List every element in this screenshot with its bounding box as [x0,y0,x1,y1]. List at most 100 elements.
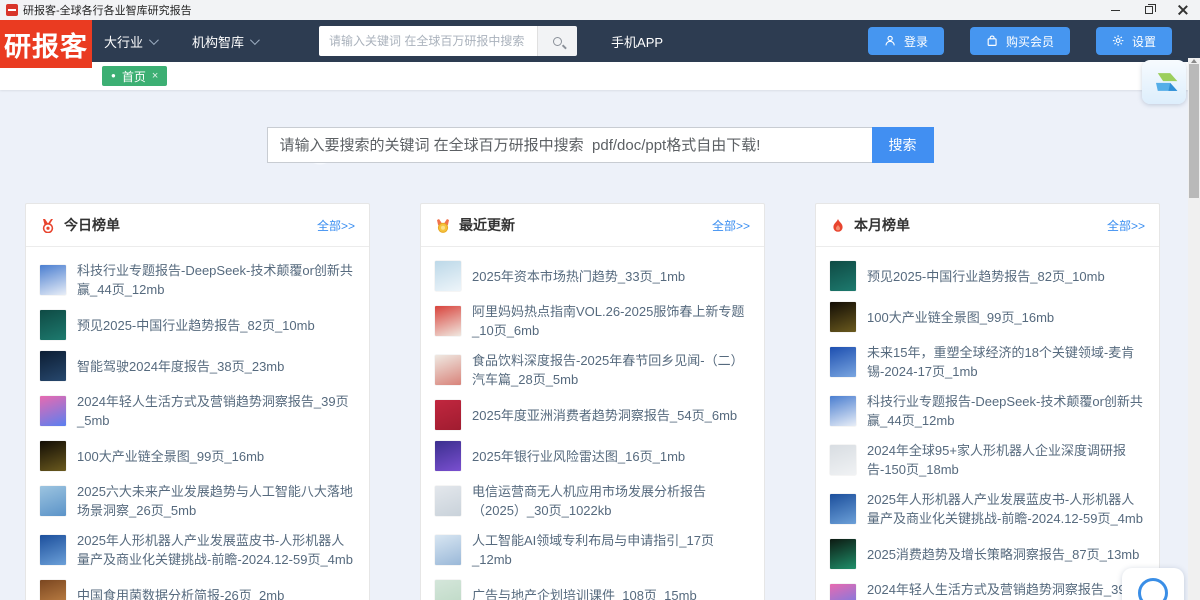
chevron-down-icon [149,35,159,45]
medal-gold-icon [435,218,451,233]
report-list-item[interactable]: 中国食用菌数据分析简报-26页_2mb [40,580,355,600]
report-title: 2025年度亚洲消费者趋势洞察报告_54页_6mb [472,406,737,425]
zigzag-logo-icon [1148,66,1180,98]
panel-header: 最近更新全部>> [421,204,764,247]
nav-search-button[interactable] [537,26,577,56]
report-thumbnail [830,261,856,291]
report-thumbnail [435,400,461,430]
close-button[interactable] [1166,0,1200,20]
report-thumbnail [40,310,66,340]
report-list-item[interactable]: 2025消费趋势及增长策略洞察报告_87页_13mb [830,539,1145,569]
report-thumbnail [830,347,856,377]
report-thumbnail [435,580,461,600]
report-list-item[interactable]: 预见2025-中国行业趋势报告_82页_10mb [40,310,355,340]
report-list-item[interactable]: 食品饮料深度报告-2025年春节回乡见闻-（二）汽车篇_28页_5mb [435,351,750,389]
customer-service-widget[interactable] [1122,568,1184,600]
hero-search-button[interactable]: 搜索 [872,127,934,163]
panel-monthly-ranking: 本月榜单全部>>预见2025-中国行业趋势报告_82页_10mb100大产业链全… [815,203,1160,600]
report-list-item[interactable]: 未来15年，重塑全球经济的18个关键领域-麦肯锡-2024-17页_1mb [830,343,1145,381]
app-favicon [6,4,18,16]
tab-home[interactable]: ● 首页 × [102,66,167,86]
service-ring-icon [1138,578,1168,600]
report-title: 2024年轻人生活方式及营销趋势洞察报告_39页_5mb [77,392,355,430]
report-list-item[interactable]: 2025年人形机器人产业发展蓝皮书-人形机器人量产及商业化关键挑战-前瞻-202… [830,490,1145,528]
report-thumbnail [435,261,461,291]
report-thumbnail [435,306,461,336]
report-list-item[interactable]: 2024年全球95+家人形机器人企业深度调研报告-150页_18mb [830,441,1145,479]
hero-search-section: 搜索 [0,90,1200,163]
tab-bar: ● 首页 × [0,62,1200,90]
report-thumbnail [435,535,461,565]
report-list-item[interactable]: 广告与地产企划培训课件_108页_15mb [435,580,750,600]
report-title: 智能驾驶2024年度报告_38页_23mb [77,357,284,376]
vertical-scrollbar[interactable] [1188,58,1200,600]
gear-icon [1112,34,1126,48]
tab-active-dot-icon: ● [111,72,116,80]
nav-menu-think-tanks[interactable]: 机构智库 [192,32,257,51]
report-list-item[interactable]: 科技行业专题报告-DeepSeek-技术颠覆or创新共赢_44页_12mb [40,261,355,299]
report-list-item[interactable]: 科技行业专题报告-DeepSeek-技术颠覆or创新共赢_44页_12mb [830,392,1145,430]
main-navbar: 研报客 大行业机构智库 手机APP 登录购买会员设置 [0,20,1200,62]
settings-button[interactable]: 设置 [1096,27,1172,55]
panel-more-link[interactable]: 全部>> [1107,217,1145,234]
window-titlebar: 研报客-全球各行各业智库研究报告 [0,0,1200,20]
restore-icon [1145,6,1153,14]
report-list-item[interactable]: 2025年银行业风险雷达图_16页_1mb [435,441,750,471]
report-title: 人工智能AI领域专利布局与申请指引_17页_12mb [472,531,750,569]
scroll-up-icon[interactable] [1191,59,1197,63]
site-logo[interactable]: 研报客 [0,20,92,68]
report-list-item[interactable]: 2025年人形机器人产业发展蓝皮书-人形机器人量产及商业化关键挑战-前瞻-202… [40,531,355,569]
search-icon [553,37,562,46]
report-list-item[interactable]: 100大产业链全景图_99页_16mb [40,441,355,471]
nav-menu-industries[interactable]: 大行业 [104,32,156,51]
report-list-item[interactable]: 电信运营商无人机应用市场发展分析报告（2025）_30页_1022kb [435,482,750,520]
report-thumbnail [830,396,856,426]
report-list-item[interactable]: 2025年度亚洲消费者趋势洞察报告_54页_6mb [435,400,750,430]
report-thumbnail [830,302,856,332]
restore-button[interactable] [1132,0,1166,20]
report-title: 100大产业链全景图_99页_16mb [77,447,264,466]
nav-menu-label: 机构智库 [192,32,244,51]
report-title: 预见2025-中国行业趋势报告_82页_10mb [867,267,1105,286]
report-list-item[interactable]: 阿里妈妈热点指南VOL.26-2025服饰春上新专题_10页_6mb [435,302,750,340]
report-title: 预见2025-中国行业趋势报告_82页_10mb [77,316,315,335]
login-button[interactable]: 登录 [868,27,944,55]
mobile-app-link[interactable]: 手机APP [611,32,663,51]
chevron-down-icon [250,35,260,45]
report-list-item[interactable]: 智能驾驶2024年度报告_38页_23mb [40,351,355,381]
panels: 今日榜单全部>>科技行业专题报告-DeepSeek-技术颠覆or创新共赢_44页… [0,203,1200,600]
report-title: 科技行业专题报告-DeepSeek-技术颠覆or创新共赢_44页_12mb [77,261,355,299]
hero-search-input[interactable] [267,127,872,163]
panel-more-link[interactable]: 全部>> [712,217,750,234]
panel-more-link[interactable]: 全部>> [317,217,355,234]
nav-menu-label: 大行业 [104,32,143,51]
buy-membership-button[interactable]: 购买会员 [970,27,1070,55]
report-title: 未来15年，重塑全球经济的18个关键领域-麦肯锡-2024-17页_1mb [867,343,1145,381]
report-title: 食品饮料深度报告-2025年春节回乡见闻-（二）汽车篇_28页_5mb [472,351,750,389]
report-list-item[interactable]: 2025六大未来产业发展趋势与人工智能八大落地场景洞察_26页_5mb [40,482,355,520]
report-thumbnail [40,580,66,600]
nav-action-label: 登录 [904,33,928,50]
report-thumbnail [435,441,461,471]
report-title: 2024年轻人生活方式及营销趋势洞察报告_39页_5mb [867,580,1145,600]
report-title: 中国食用菌数据分析简报-26页_2mb [77,586,284,600]
report-list-item[interactable]: 2024年轻人生活方式及营销趋势洞察报告_39页_5mb [830,580,1145,600]
report-title: 2025年资本市场热门趋势_33页_1mb [472,267,685,286]
floating-shortcut-widget[interactable] [1142,60,1186,104]
report-thumbnail [830,539,856,569]
minimize-button[interactable] [1098,0,1132,20]
report-list-item[interactable]: 2025年资本市场热门趋势_33页_1mb [435,261,750,291]
report-list-item[interactable]: 预见2025-中国行业趋势报告_82页_10mb [830,261,1145,291]
nav-search-input[interactable] [319,26,537,56]
flame-icon [830,218,846,233]
medal-red-icon [40,218,56,233]
report-thumbnail [40,535,66,565]
report-thumbnail [40,441,66,471]
report-thumbnail [435,355,461,385]
scrollbar-thumb[interactable] [1189,64,1199,198]
tab-close-icon[interactable]: × [152,70,158,82]
report-title: 100大产业链全景图_99页_16mb [867,308,1054,327]
report-list-item[interactable]: 100大产业链全景图_99页_16mb [830,302,1145,332]
report-list-item[interactable]: 人工智能AI领域专利布局与申请指引_17页_12mb [435,531,750,569]
report-list-item[interactable]: 2024年轻人生活方式及营销趋势洞察报告_39页_5mb [40,392,355,430]
